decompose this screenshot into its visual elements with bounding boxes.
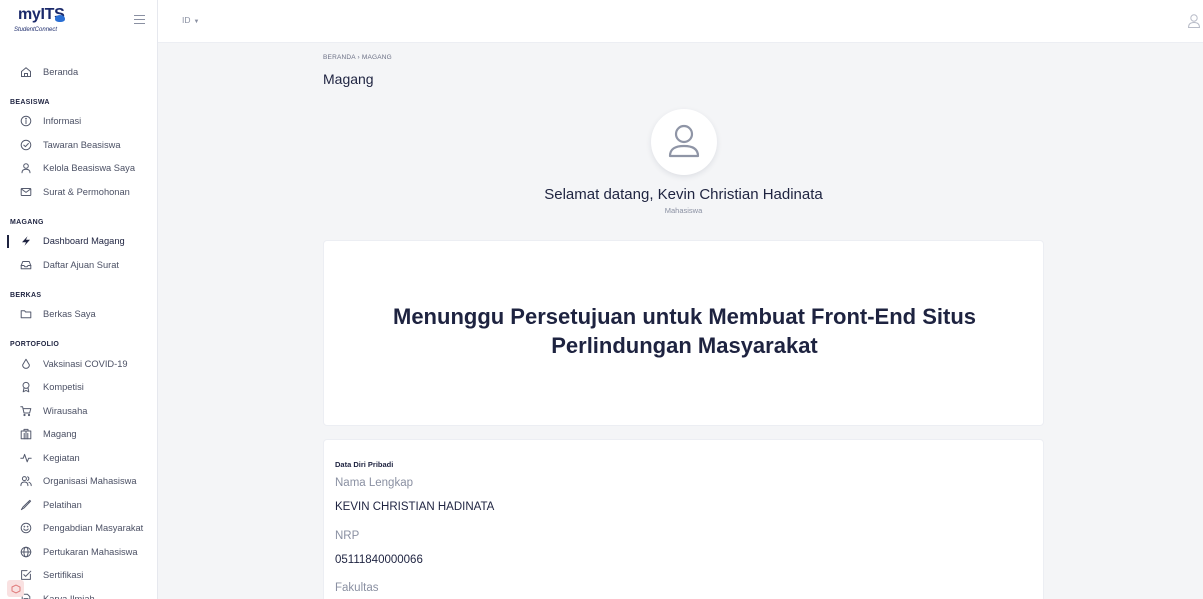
sidebar-section-title: BEASISWA [10,98,50,106]
sidebar-section-title: MAGANG [10,218,44,226]
sidebar-item-label: Pengabdian Masyarakat [43,523,144,534]
section-title: Data Diri Pribadi [335,460,394,469]
sidebar-item-wirausaha[interactable]: Wirausaha [0,399,157,423]
globe-icon [20,546,32,558]
menu-toggle-icon[interactable] [134,15,145,25]
lightning-icon [20,235,32,247]
smile-icon [20,522,32,534]
language-value: ID [182,15,191,25]
internship-status-card: Menunggu Persetujuan untuk Membuat Front… [323,240,1044,426]
sidebar-item-label: Pertukaran Mahasiswa [43,546,138,557]
sidebar-section-title: PORTOFOLIO [10,341,60,348]
cart-icon [20,405,32,417]
sidebar-item-kompetisi[interactable]: Kompetisi [0,376,157,400]
welcome-message: Selamat datang, Kevin Christian Hadinata [544,186,823,203]
user-placeholder-icon [668,124,700,158]
sidebar-item-label: Surat & Permohonan [43,186,130,197]
help-badge-icon[interactable] [7,580,24,597]
sidebar-item-tawaran-beasiswa[interactable]: Tawaran Beasiswa [0,133,157,157]
sidebar-item-informasi[interactable]: Informasi [0,110,157,134]
sidebar-item-vaksinasi-covid-19[interactable]: Vaksinasi COVID-19 [0,352,157,376]
personal-data-card: Data Diri Pribadi Nama Lengkap KEVIN CHR… [323,439,1044,599]
logo-mark-icon [55,15,65,22]
sidebar-item-label: Tawaran Beasiswa [43,139,121,150]
sidebar-item-pertukaran-mahasiswa[interactable]: Pertukaran Mahasiswa [0,540,157,564]
status-title: Menunggu Persetujuan untuk Membuat Front… [393,304,976,358]
profile-avatar [651,109,717,175]
sidebar-nav: Beranda BEASISWA Informasi Tawaran Beasisw… [0,60,157,599]
sidebar-item-label: Vaksinasi COVID-19 [43,358,128,369]
sidebar-item-label: Magang [43,429,77,440]
sidebar-item-kegiatan[interactable]: Kegiatan [0,446,157,470]
sidebar-item-magang[interactable]: Magang [0,423,157,447]
user-role: Mahasiswa [664,206,703,215]
field-value-nrp: 05111840000066 [335,554,423,566]
sidebar-item-label: Sertifikasi [43,570,84,581]
users-icon [20,475,32,487]
myits-logo[interactable]: myITS StudentConnect [14,6,65,36]
sidebar-item-berkas-saya[interactable]: Berkas Saya [0,303,157,327]
sidebar-item-label: Organisasi Mahasiswa [43,476,137,487]
chevron-down-icon: ▼ [193,19,200,25]
check-badge-icon [20,139,32,151]
sidebar-item-kelola-beasiswa-saya[interactable]: Kelola Beasiswa Saya [0,157,157,181]
sidebar-item-surat-permohonan[interactable]: Surat & Permohonan [0,180,157,204]
sidebar-item-label: Pelatihan [43,499,82,510]
sidebar-item-daftar-ajuan-surat[interactable]: Daftar Ajuan Surat [0,253,157,277]
sidebar-item-label: Daftar Ajuan Surat [43,259,119,270]
breadcrumb: BERANDA › MAGANG [323,54,392,61]
sidebar-item-label: Berkas Saya [43,309,96,320]
building-icon [20,428,32,440]
sidebar: myITS StudentConnect Beranda BEASISWA Inf… [0,0,158,599]
sidebar-item-dashboard-magang[interactable]: Dashboard Magang [0,230,157,254]
home-icon [20,66,32,78]
field-label-faculty: Fakultas [335,582,379,594]
logo-subtext: StudentConnect [14,27,58,33]
field-label-nrp: NRP [335,530,360,542]
sidebar-item-label: Kegiatan [43,452,80,463]
user-avatar-icon[interactable] [1187,13,1201,29]
sidebar-item-label: Kompetisi [43,382,84,393]
sidebar-item-label: Wirausaha [43,405,88,416]
drop-icon [20,358,32,370]
sidebar-item-label: Informasi [43,116,82,127]
inbox-icon [20,259,32,271]
sidebar-item-pelatihan[interactable]: Pelatihan [0,493,157,517]
brand-bar: myITS StudentConnect [0,0,157,43]
award-icon [20,381,32,393]
sidebar-item-organisasi-mahasiswa[interactable]: Organisasi Mahasiswa [0,470,157,494]
active-indicator [7,234,9,248]
sidebar-item-label: Dashboard Magang [43,236,125,247]
field-value-full-name: KEVIN CHRISTIAN HADINATA [335,501,495,513]
field-label-full-name: Nama Lengkap [335,477,413,489]
language-selector[interactable]: ID ▼ [182,15,199,25]
sidebar-item-label: Karya Ilmiah [43,593,95,599]
activity-icon [20,452,32,464]
page-title: Magang [323,71,374,87]
sidebar-item-pengabdian-masyarakat[interactable]: Pengabdian Masyarakat [0,517,157,541]
info-icon [20,115,32,127]
sidebar-item-label: Beranda [43,66,79,77]
sidebar-section-title: BERKAS [10,291,42,299]
mail-icon [20,186,32,198]
pen-icon [20,499,32,511]
folder-icon [20,308,32,320]
sidebar-item-beranda[interactable]: Beranda [0,60,157,84]
topbar: ID ▼ [158,0,1203,43]
user-icon [20,162,32,174]
sidebar-item-label: Kelola Beasiswa Saya [43,163,135,174]
